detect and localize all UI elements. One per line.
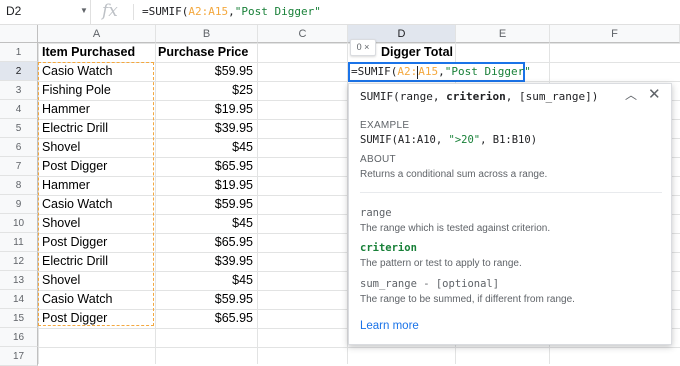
param-sum-range-name: sum_range - [optional] xyxy=(360,278,500,290)
example-label: EXAMPLE xyxy=(360,120,410,131)
table-cell-item[interactable]: Shovel xyxy=(40,138,154,157)
row-header[interactable]: 17 xyxy=(0,347,38,366)
table-cell-item[interactable]: Electric Drill xyxy=(40,119,154,138)
column-header-b[interactable]: B xyxy=(156,25,258,43)
param-range-desc: The range which is tested against criter… xyxy=(360,223,551,234)
formula-criterion: "Post Digger" xyxy=(234,5,321,18)
signature-prefix: SUMIF(range, xyxy=(360,90,447,103)
close-icon[interactable]: ✕ xyxy=(648,85,661,103)
table-cell-item[interactable]: Shovel xyxy=(40,214,154,233)
header-purchase-price[interactable]: Purchase Price xyxy=(158,43,256,62)
column-header-e[interactable]: E xyxy=(456,25,550,43)
row-header[interactable]: 8 xyxy=(0,176,38,195)
edit-criterion: "Post Digger" xyxy=(444,65,531,78)
cell-reference: D2 xyxy=(6,4,22,18)
table-cell-item[interactable]: Shovel xyxy=(40,271,154,290)
table-cell-price[interactable]: $19.95 xyxy=(156,100,256,119)
table-cell-item[interactable]: Fishing Pole xyxy=(40,81,154,100)
row-header[interactable]: 6 xyxy=(0,138,38,157)
active-cell-editor[interactable]: =SUMIF(A2:A15,"Post Digger" xyxy=(348,62,531,82)
row-header[interactable]: 9 xyxy=(0,195,38,214)
formula-input[interactable]: =SUMIF(A2:A15,"Post Digger" xyxy=(142,5,321,18)
table-cell-price[interactable]: $65.95 xyxy=(156,233,256,252)
table-cell-item[interactable]: Post Digger xyxy=(40,157,154,176)
table-cell-item[interactable]: Casio Watch xyxy=(40,62,154,81)
table-cell-price[interactable]: $39.95 xyxy=(156,119,256,138)
param-sum-range-desc: The range to be summed, if different fro… xyxy=(360,294,575,305)
column-header-a[interactable]: A xyxy=(38,25,156,43)
row-header[interactable]: 2 xyxy=(0,62,38,81)
header-item-purchased[interactable]: Item Purchased xyxy=(40,43,154,62)
divider xyxy=(133,4,134,20)
table-cell-item[interactable]: Post Digger xyxy=(40,233,154,252)
table-cell-item[interactable]: Electric Drill xyxy=(40,252,154,271)
dropdown-arrow-icon[interactable]: ▼ xyxy=(80,6,88,15)
about-text: Returns a conditional sum across a range… xyxy=(360,169,548,180)
param-criterion-name: criterion xyxy=(360,242,417,254)
table-cell-item[interactable]: Post Digger xyxy=(40,309,154,328)
signature-active-arg: criterion xyxy=(446,90,506,103)
edit-comma: , xyxy=(438,65,445,78)
name-box[interactable]: D2 ▼ xyxy=(0,0,91,24)
about-label: ABOUT xyxy=(360,154,396,165)
table-cell-price[interactable]: $19.95 xyxy=(156,176,256,195)
param-range-name: range xyxy=(360,207,392,219)
chevron-up-icon[interactable]: ︿ xyxy=(625,86,637,103)
table-cell-price[interactable]: $25 xyxy=(156,81,256,100)
row-header[interactable]: 16 xyxy=(0,328,38,347)
row-header[interactable]: 15 xyxy=(0,309,38,328)
separator xyxy=(360,192,662,193)
table-cell-price[interactable]: $45 xyxy=(156,138,256,157)
example-prefix: SUMIF(A1:A10, xyxy=(360,134,449,146)
formula-bar: D2 ▼ fx =SUMIF(A2:A15,"Post Digger" xyxy=(0,0,680,25)
row-header[interactable]: 3 xyxy=(0,81,38,100)
row-header[interactable]: 5 xyxy=(0,119,38,138)
param-criterion-desc: The pattern or test to apply to range. xyxy=(360,258,522,269)
example-suffix: , B1:B10) xyxy=(480,134,538,146)
formula-comma: , xyxy=(228,5,235,18)
formula-prefix: =SUMIF( xyxy=(142,5,189,18)
function-signature: SUMIF(range, criterion, [sum_range]) xyxy=(360,90,598,103)
table-cell-item[interactable]: Hammer xyxy=(40,176,154,195)
table-cell-item[interactable]: Hammer xyxy=(40,100,154,119)
select-all-corner[interactable] xyxy=(0,25,38,43)
example-string: ">20" xyxy=(448,134,481,146)
table-cell-item[interactable]: Casio Watch xyxy=(40,290,154,309)
table-cell-price[interactable]: $59.95 xyxy=(156,290,256,309)
formula-range: A2:A15 xyxy=(188,5,229,18)
table-cell-price[interactable]: $39.95 xyxy=(156,252,256,271)
table-cell-price[interactable]: $59.95 xyxy=(156,195,256,214)
fx-icon: fx xyxy=(102,1,118,21)
row-header[interactable]: 14 xyxy=(0,290,38,309)
error-count-badge[interactable]: 0 × xyxy=(350,39,376,56)
edit-range-start: A2: xyxy=(397,65,418,78)
learn-more-link[interactable]: Learn more xyxy=(360,320,419,332)
signature-suffix: , [sum_range]) xyxy=(505,90,599,103)
table-cell-price[interactable]: $65.95 xyxy=(156,309,256,328)
function-help-popup: SUMIF(range, criterion, [sum_range]) ︿ ✕… xyxy=(348,83,672,345)
header-digger-total[interactable]: Digger Total xyxy=(381,43,453,62)
edit-prefix: =SUMIF( xyxy=(351,65,398,78)
table-cell-price[interactable]: $45 xyxy=(156,271,256,290)
row-header[interactable]: 4 xyxy=(0,100,38,119)
row-header[interactable]: 11 xyxy=(0,233,38,252)
column-header-f[interactable]: F xyxy=(550,25,680,43)
table-cell-item[interactable]: Casio Watch xyxy=(40,195,154,214)
table-cell-price[interactable]: $59.95 xyxy=(156,62,256,81)
row-header[interactable]: 12 xyxy=(0,252,38,271)
example-code: SUMIF(A1:A10, ">20", B1:B10) xyxy=(360,134,537,146)
row-header[interactable]: 10 xyxy=(0,214,38,233)
table-cell-price[interactable]: $65.95 xyxy=(156,157,256,176)
edit-range-end: A15 xyxy=(418,65,439,78)
column-header-c[interactable]: C xyxy=(258,25,348,43)
gridline xyxy=(257,43,258,364)
row-header[interactable]: 1 xyxy=(0,43,38,62)
row-header[interactable]: 7 xyxy=(0,157,38,176)
table-cell-price[interactable]: $45 xyxy=(156,214,256,233)
row-header[interactable]: 13 xyxy=(0,271,38,290)
